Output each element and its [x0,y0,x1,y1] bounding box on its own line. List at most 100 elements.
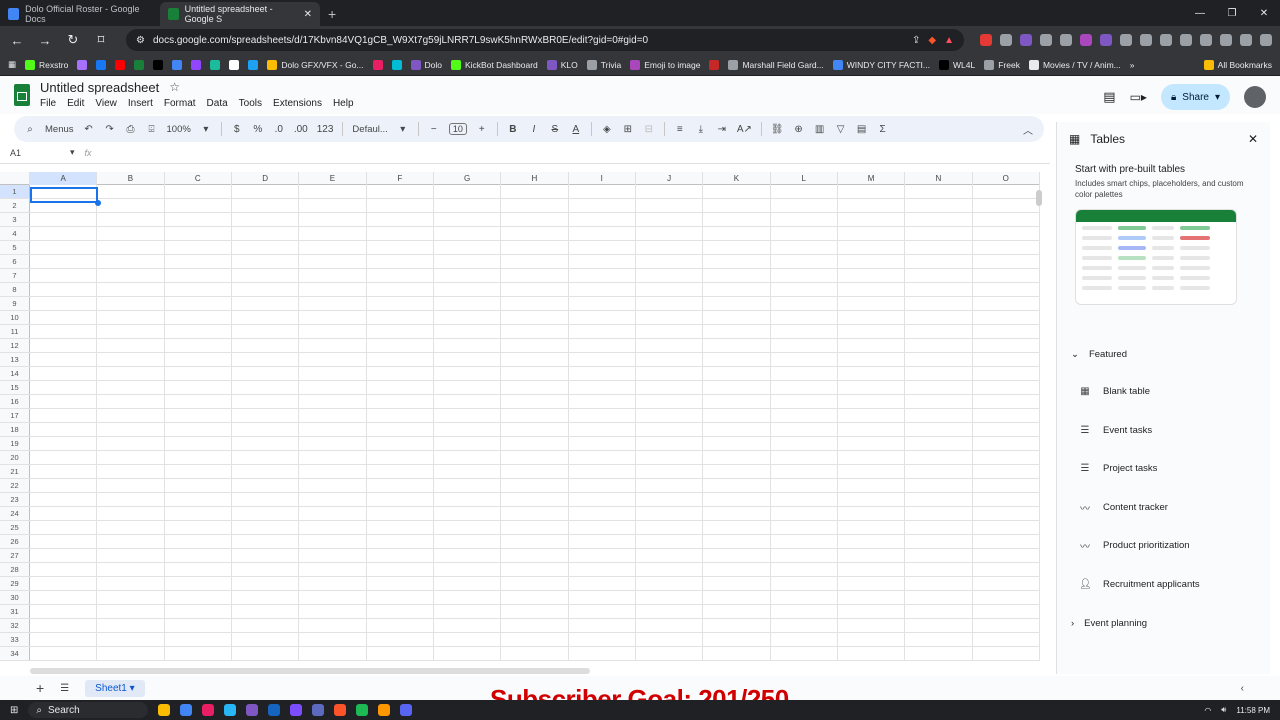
cell[interactable] [367,199,434,212]
cell[interactable] [232,647,300,660]
cell[interactable] [367,563,434,576]
cell[interactable] [636,577,704,590]
cell[interactable] [703,479,771,492]
back-icon[interactable]: ← [8,33,26,48]
template-project-tasks[interactable]: ☰ Project tasks [1057,450,1270,489]
row-header[interactable]: 25 [0,521,30,534]
cell[interactable] [905,241,973,254]
close-window-icon[interactable]: ✕ [1248,0,1280,26]
avatar[interactable] [1244,86,1266,108]
cell[interactable] [501,227,569,240]
cell[interactable] [973,227,1040,240]
cell[interactable] [636,367,704,380]
cell[interactable] [973,423,1040,436]
cell[interactable] [501,451,569,464]
minimize-icon[interactable]: — [1184,0,1216,26]
cell[interactable] [905,423,973,436]
cell[interactable] [299,283,367,296]
cell[interactable] [501,185,569,198]
cell[interactable] [434,367,502,380]
increase-decimal-button[interactable]: .00 [294,124,308,135]
cell[interactable] [367,451,434,464]
brave-shield-icon[interactable]: ◆ [928,35,936,46]
cell[interactable] [636,423,704,436]
cell[interactable] [232,423,300,436]
cell[interactable] [232,297,300,310]
cell[interactable] [97,381,165,394]
cell[interactable] [299,577,367,590]
cell[interactable] [232,339,300,352]
cell[interactable] [299,185,367,198]
template-event-tasks[interactable]: ☰ Event tasks [1057,411,1270,450]
row-header[interactable]: 6 [0,255,30,268]
row-header[interactable]: 4 [0,227,30,240]
download-icon[interactable] [1180,34,1192,46]
cell[interactable] [905,465,973,478]
windows-start-icon[interactable]: ⊞ [10,705,18,716]
cell[interactable] [636,353,704,366]
cell[interactable] [771,465,838,478]
cell[interactable] [97,563,165,576]
cell[interactable] [838,409,906,422]
row-header[interactable]: 31 [0,605,30,618]
cell[interactable] [232,283,300,296]
cell[interactable] [703,213,771,226]
row-header[interactable]: 17 [0,409,30,422]
bookmark-item[interactable]: Dolo GFX/VFX - Go... [267,59,364,70]
cell[interactable] [973,479,1040,492]
cell[interactable] [97,647,165,660]
cell[interactable] [367,507,434,520]
cell[interactable] [771,423,838,436]
cell[interactable] [569,283,636,296]
cell[interactable] [636,437,704,450]
search-menus-icon[interactable]: ⌕ [24,124,36,135]
template-blank-table[interactable]: ▦ Blank table [1057,373,1270,412]
cell[interactable] [771,353,838,366]
cell[interactable] [434,423,502,436]
cell[interactable] [165,381,232,394]
column-header[interactable]: I [569,172,636,185]
cell[interactable] [299,549,367,562]
extension-icon[interactable] [980,34,992,46]
cell[interactable] [165,535,232,548]
cell[interactable] [501,577,569,590]
cell[interactable] [771,227,838,240]
cell[interactable] [771,409,838,422]
cell[interactable] [434,549,502,562]
merge-cells-icon[interactable]: ⊟ [643,124,655,135]
cell[interactable] [501,255,569,268]
all-bookmarks-button[interactable]: All Bookmarks [1203,59,1272,70]
insert-link-icon[interactable]: ⛓ [771,124,784,135]
cell[interactable] [703,465,771,478]
cell[interactable] [703,493,771,506]
menu-edit[interactable]: Edit [67,98,84,111]
all-sheets-icon[interactable]: ☰ [60,683,69,694]
cell[interactable] [367,255,434,268]
cell[interactable] [905,311,973,324]
cell[interactable] [838,325,906,338]
bookmark-icon-only[interactable] [372,59,383,70]
cell[interactable] [501,381,569,394]
cell[interactable] [165,213,232,226]
cell[interactable] [97,493,165,506]
bookmark-item[interactable]: Dolo [410,59,442,70]
cell[interactable] [703,507,771,520]
cell[interactable] [771,633,838,646]
cell[interactable] [838,479,906,492]
cell[interactable] [165,353,232,366]
cell[interactable] [232,213,300,226]
bookmark-item[interactable]: KLO [546,59,578,70]
cell[interactable] [905,269,973,282]
cell[interactable] [569,591,636,604]
cell[interactable] [569,479,636,492]
cell[interactable] [973,395,1040,408]
cell[interactable] [569,227,636,240]
column-header[interactable]: O [973,172,1040,185]
cell[interactable] [165,479,232,492]
cell[interactable] [367,577,434,590]
menu-tools[interactable]: Tools [239,98,262,111]
cell[interactable] [434,619,502,632]
cell[interactable] [973,381,1040,394]
more-formats-button[interactable]: 123 [317,124,334,135]
cell[interactable] [771,311,838,324]
